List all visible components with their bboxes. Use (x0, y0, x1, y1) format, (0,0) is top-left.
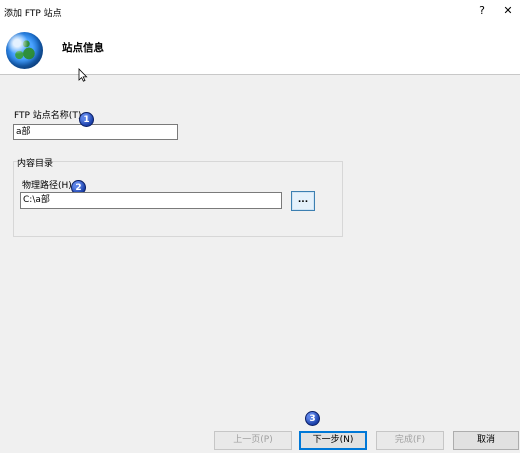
content-directory-label: 内容目录 (17, 159, 54, 169)
close-button[interactable]: ✕ (500, 3, 516, 19)
wizard-header: 站点信息 (0, 24, 520, 82)
window-title: 添加 FTP 站点 (4, 9, 62, 19)
browse-button[interactable]: ... (291, 191, 315, 211)
site-name-input[interactable]: a部 (13, 124, 178, 140)
finish-button[interactable]: 完成(F) (376, 431, 444, 450)
previous-button[interactable]: 上一页(P) (214, 431, 292, 450)
step-badge-1: 1 (79, 112, 94, 127)
help-button[interactable]: ? (474, 3, 490, 19)
cancel-button[interactable]: 取消 (453, 431, 519, 450)
title-bar: 添加 FTP 站点 ? ✕ (0, 0, 520, 24)
physical-path-label: 物理路径(H): (22, 181, 75, 191)
mouse-cursor-icon (78, 68, 88, 82)
next-button[interactable]: 下一步(N) (299, 431, 367, 450)
globe-icon (6, 32, 43, 69)
physical-path-input[interactable]: C:\a部 (20, 192, 282, 209)
page-title: 站点信息 (62, 42, 104, 54)
step-badge-3: 3 (305, 411, 320, 426)
site-name-label: FTP 站点名称(T): (14, 111, 85, 121)
